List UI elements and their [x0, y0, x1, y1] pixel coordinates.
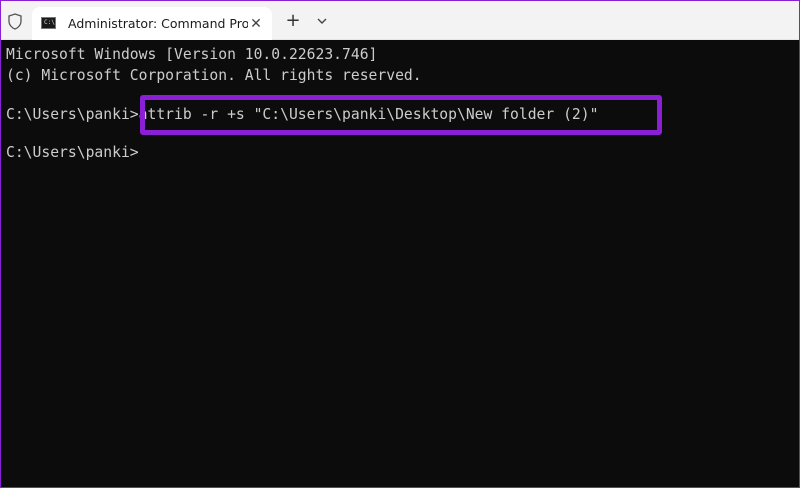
tab-title: Administrator: Command Pro [68, 16, 248, 31]
tab-command-prompt[interactable]: C:\ Administrator: Command Pro ✕ [32, 7, 272, 40]
terminal-line-prompt: C:\Users\panki> [6, 144, 139, 161]
shield-icon[interactable] [7, 13, 23, 30]
title-bar: C:\ Administrator: Command Pro ✕ + [0, 0, 800, 40]
new-tab-button[interactable]: + [284, 12, 302, 30]
terminal-line-copyright: (c) Microsoft Corporation. All rights re… [6, 67, 422, 84]
terminal-line-version: Microsoft Windows [Version 10.0.22623.74… [6, 46, 378, 63]
chevron-down-icon[interactable] [314, 13, 330, 29]
command-highlight-box [140, 95, 662, 135]
close-tab-button[interactable]: ✕ [248, 16, 264, 32]
terminal-icon: C:\ [41, 17, 56, 29]
